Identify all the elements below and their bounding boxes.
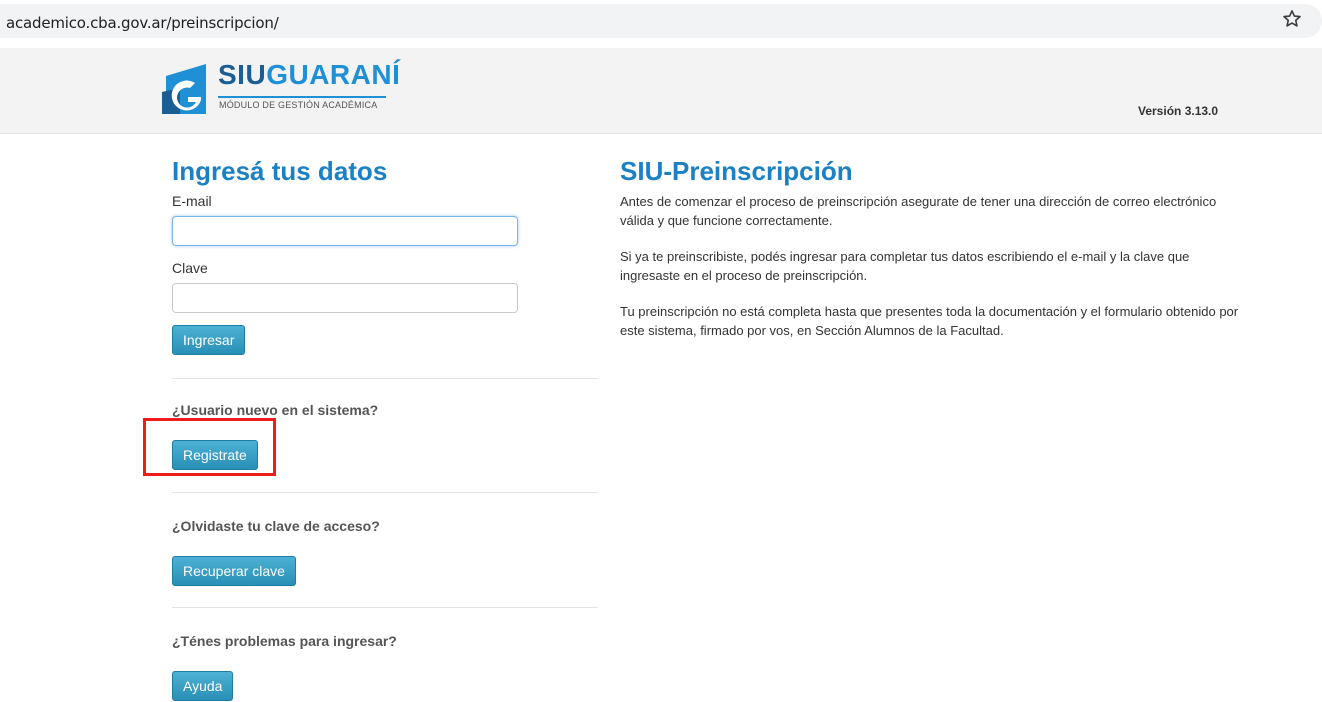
email-label: E-mail xyxy=(172,193,212,209)
clave-field[interactable] xyxy=(172,283,518,313)
forgot-password-question: ¿Olvidaste tu clave de acceso? xyxy=(172,518,380,534)
logo-guarani-text: GUARANÍ xyxy=(266,59,401,90)
browser-address-bar: academico.cba.gov.ar/preinscripcion/ xyxy=(0,0,1322,40)
logo-subtitle: MÓDULO DE GESTIÓN ACADÉMICA xyxy=(219,100,378,110)
star-outline-icon[interactable] xyxy=(1281,8,1303,30)
siu-guarani-logo[interactable]: SIUGUARANÍ MÓDULO DE GESTIÓN ACADÉMICA xyxy=(160,59,400,118)
guarani-logo-mark-icon xyxy=(162,64,206,114)
version-label: Versión 3.13.0 xyxy=(1138,104,1219,118)
ayuda-button[interactable]: Ayuda xyxy=(172,671,234,701)
logo-wordmark: SIUGUARANÍ xyxy=(218,59,400,91)
divider xyxy=(172,492,598,493)
url-field[interactable]: academico.cba.gov.ar/preinscripcion/ xyxy=(0,4,1322,38)
info-panel: SIU-Preinscripción Antes de comenzar el … xyxy=(620,155,1240,340)
highlight-box xyxy=(143,418,276,476)
new-user-question: ¿Usuario nuevo en el sistema? xyxy=(172,402,379,418)
login-title: Ingresá tus datos xyxy=(172,156,388,186)
clave-label: Clave xyxy=(172,260,208,276)
app-header: SIUGUARANÍ MÓDULO DE GESTIÓN ACADÉMICA V… xyxy=(0,48,1322,134)
logo-siu-text: SIU xyxy=(218,59,267,90)
help-question: ¿Ténes problemas para ingresar? xyxy=(172,633,397,649)
info-title: SIU-Preinscripción xyxy=(620,156,853,186)
url-text[interactable]: academico.cba.gov.ar/preinscripcion/ xyxy=(6,14,279,32)
info-paragraph: Si ya te preinscribiste, podés ingresar … xyxy=(620,249,1190,283)
divider xyxy=(172,378,598,379)
recuperar-clave-button[interactable]: Recuperar clave xyxy=(172,556,296,586)
email-field[interactable] xyxy=(172,216,518,246)
info-paragraph: Tu preinscripción no está completa hasta… xyxy=(620,304,1239,338)
divider xyxy=(172,607,598,608)
info-paragraph: Antes de comenzar el proceso de preinscr… xyxy=(620,194,1217,228)
logo-rule xyxy=(218,96,386,98)
ingresar-button[interactable]: Ingresar xyxy=(172,325,246,355)
